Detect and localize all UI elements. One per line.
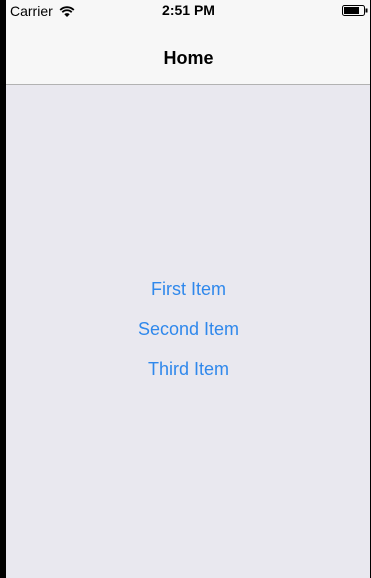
- item-list: First Item Second Item Third Item: [6, 277, 371, 397]
- status-time: 2:51 PM: [162, 2, 215, 18]
- third-item-link[interactable]: Third Item: [6, 357, 371, 381]
- status-bar: Carrier 2:51 PM: [6, 0, 371, 40]
- phone-screen: Carrier 2:51 PM Home First Item Second I…: [6, 0, 371, 578]
- second-item-link[interactable]: Second Item: [6, 317, 371, 341]
- page-title: Home: [163, 48, 214, 68]
- navigation-bar: Home: [6, 40, 371, 85]
- battery-icon: [342, 5, 368, 16]
- first-item-link[interactable]: First Item: [6, 277, 371, 301]
